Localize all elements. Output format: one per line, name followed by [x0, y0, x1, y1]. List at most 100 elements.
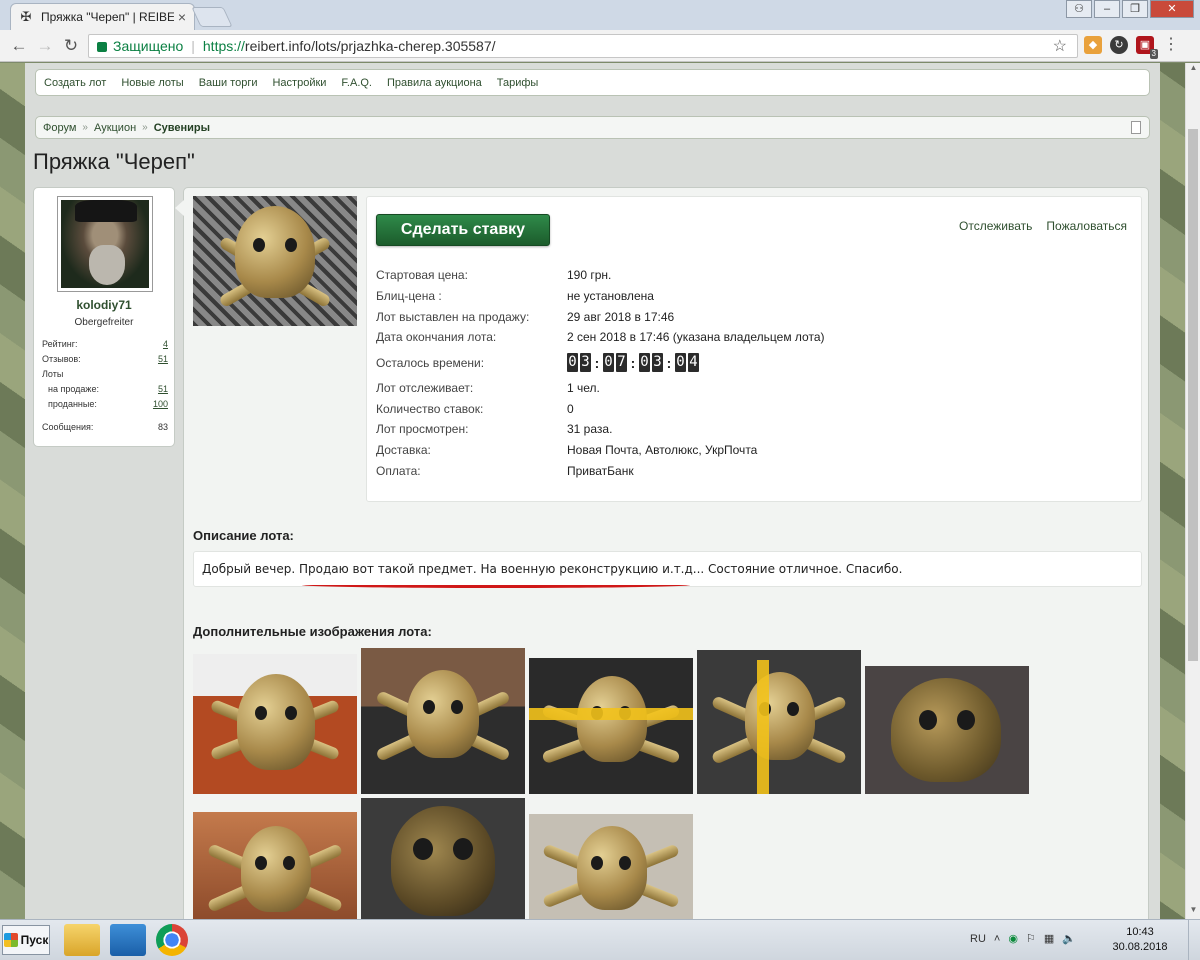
breadcrumb-arrow-icon: »	[142, 122, 148, 133]
countdown-timer: 03 : 07 : 03 : 04	[567, 353, 699, 373]
seller-rank: Obergefreiter	[74, 317, 134, 328]
lock-icon	[97, 42, 107, 52]
stat-label: Сообщения:	[42, 421, 94, 432]
stat-label: на продаже:	[48, 383, 99, 394]
stat-link[interactable]: 4	[163, 339, 168, 349]
lot-thumbnail[interactable]	[193, 654, 357, 794]
show-desktop-button[interactable]	[1188, 920, 1200, 960]
nav-tariffs[interactable]: Тарифы	[497, 77, 539, 89]
nav-create-lot[interactable]: Создать лот	[44, 77, 106, 89]
nav-settings[interactable]: Настройки	[272, 77, 326, 89]
tray-app-icon[interactable]: ◉	[1008, 932, 1018, 945]
system-clock[interactable]: 10:43 30.08.2018	[1110, 925, 1170, 955]
document-icon[interactable]	[1131, 121, 1141, 134]
system-tray: RU ˄ ◉ ⚐ ▦ 🔈	[970, 932, 1076, 946]
volume-icon[interactable]: 🔈	[1062, 932, 1076, 945]
media-player-icon[interactable]	[110, 924, 146, 956]
timer-digit: 3	[580, 353, 591, 373]
stat-label: Лоты	[42, 368, 64, 379]
page-viewport: Создать лот Новые лоты Ваши торги Настро…	[0, 63, 1185, 919]
extension-sync-icon[interactable]: ↻	[1110, 36, 1128, 54]
lot-thumbnail[interactable]	[697, 650, 861, 794]
time-left-row: Осталось времени: 03 : 07 : 03 : 04	[376, 348, 1116, 378]
detail-label: Осталось времени:	[376, 355, 485, 370]
red-underline-annotation	[302, 582, 690, 588]
stat-label: проданные:	[48, 398, 97, 409]
detail-label: Лот просмотрен:	[376, 422, 469, 437]
minimize-button[interactable]: –	[1094, 0, 1120, 18]
language-indicator[interactable]: RU	[970, 933, 986, 945]
stat-value: 83	[157, 421, 168, 432]
address-bar[interactable]: Защищено | https:// reibert.info/lots/pr…	[88, 34, 1078, 58]
forward-arrow-icon[interactable]: →	[32, 36, 58, 56]
tray-expand-icon[interactable]: ˄	[994, 933, 1000, 945]
chrome-icon[interactable]	[156, 924, 188, 956]
file-explorer-icon[interactable]	[64, 924, 100, 956]
report-link[interactable]: Пожаловаться	[1046, 219, 1127, 233]
nav-faq[interactable]: F.A.Q.	[341, 77, 372, 89]
lot-main-image[interactable]	[193, 196, 357, 326]
detail-row: Стартовая цена: 190 грн.	[376, 265, 1116, 286]
avatar[interactable]	[57, 196, 153, 292]
nav-auction-rules[interactable]: Правила аукциона	[387, 77, 482, 89]
start-button[interactable]: Пуск	[2, 925, 50, 955]
breadcrumb-auction[interactable]: Аукцион	[94, 122, 136, 134]
reload-icon[interactable]: ↻	[58, 36, 84, 56]
detail-label: Количество ставок:	[376, 401, 484, 416]
menu-dots-icon[interactable]: ⋮	[1162, 36, 1180, 54]
lot-thumbnail[interactable]	[193, 812, 357, 919]
network-icon[interactable]: ▦	[1044, 932, 1054, 945]
windows-taskbar: Пуск RU ˄ ◉ ⚐ ▦ 🔈 10:43 30.08.2018	[0, 919, 1200, 960]
detail-value: 1 чел.	[567, 381, 600, 396]
secure-label: Защищено	[113, 38, 184, 54]
extension-puzzle-icon[interactable]: ◆	[1084, 36, 1102, 54]
stat-messages: Сообщения: 83	[42, 419, 168, 434]
tab-strip: ✠ Пряжка "Череп" | REIBERT × ⚇ – ❐ ✕	[0, 0, 1200, 30]
detail-value: 190 грн.	[567, 268, 612, 283]
scrollbar-thumb[interactable]	[1188, 129, 1198, 661]
bookmark-star-icon[interactable]: ☆	[1053, 36, 1067, 56]
detail-value: 29 авг 2018 в 17:46	[567, 309, 675, 324]
clock-date: 30.08.2018	[1112, 941, 1168, 953]
detail-value: не установлена	[567, 289, 654, 304]
page-scrollbar[interactable]: ▲ ▼	[1185, 63, 1200, 919]
lot-thumbnail[interactable]	[529, 814, 693, 919]
seller-username[interactable]: kolodiy71	[34, 298, 174, 312]
detail-row: Лот просмотрен: 31 раза.	[376, 419, 1116, 440]
detail-label: Дата окончания лота:	[376, 330, 497, 345]
watch-link[interactable]: Отслеживать	[959, 219, 1032, 233]
stat-on-sale: на продаже: 51	[42, 381, 168, 396]
nav-new-lots[interactable]: Новые лоты	[121, 77, 183, 89]
nav-your-bids[interactable]: Ваши торги	[199, 77, 258, 89]
back-arrow-icon[interactable]: ←	[6, 36, 32, 56]
new-tab-button[interactable]	[191, 7, 233, 27]
tab-title: Пряжка "Череп" | REIBERT	[41, 10, 174, 24]
omnibox-separator: |	[191, 38, 195, 54]
action-center-flag-icon[interactable]: ⚐	[1026, 932, 1036, 945]
lot-thumbnail[interactable]	[361, 648, 525, 794]
scroll-down-icon[interactable]: ▼	[1186, 905, 1200, 919]
place-bid-button[interactable]: Сделать ставку	[376, 214, 550, 246]
browser-tab[interactable]: ✠ Пряжка "Череп" | REIBERT ×	[10, 3, 195, 30]
lot-thumbnail[interactable]	[529, 658, 693, 794]
lot-details: Стартовая цена: 190 грн. Блиц-цена : не ус…	[376, 265, 1116, 481]
seller-stats: Рейтинг: 4 Отзывов: 51 Лоты на продаже: 51 …	[42, 336, 168, 434]
breadcrumb: Форум » Аукцион » Сувениры	[35, 116, 1150, 139]
timer-digit: 0	[675, 353, 686, 373]
close-tab-icon[interactable]: ×	[178, 9, 186, 25]
lot-thumbnail[interactable]	[865, 666, 1029, 794]
close-window-button[interactable]: ✕	[1150, 0, 1194, 18]
breadcrumb-current[interactable]: Сувениры	[154, 122, 210, 134]
restore-button[interactable]: ❐	[1122, 0, 1148, 18]
detail-label: Стартовая цена:	[376, 268, 468, 283]
stat-link[interactable]: 100	[153, 399, 168, 409]
extensions-area: ◆ ↻ ▣ 3 ⋮	[1084, 36, 1180, 59]
scroll-up-icon[interactable]: ▲	[1186, 63, 1200, 77]
lot-thumbnail[interactable]	[361, 798, 525, 919]
profile-icon[interactable]: ⚇	[1066, 0, 1092, 18]
extension-shield-icon[interactable]: ▣ 3	[1136, 36, 1158, 59]
stat-link[interactable]: 51	[158, 384, 168, 394]
breadcrumb-forum[interactable]: Форум	[43, 122, 76, 134]
stat-link[interactable]: 51	[158, 354, 168, 364]
window-controls: ⚇ – ❐ ✕	[1066, 0, 1194, 18]
